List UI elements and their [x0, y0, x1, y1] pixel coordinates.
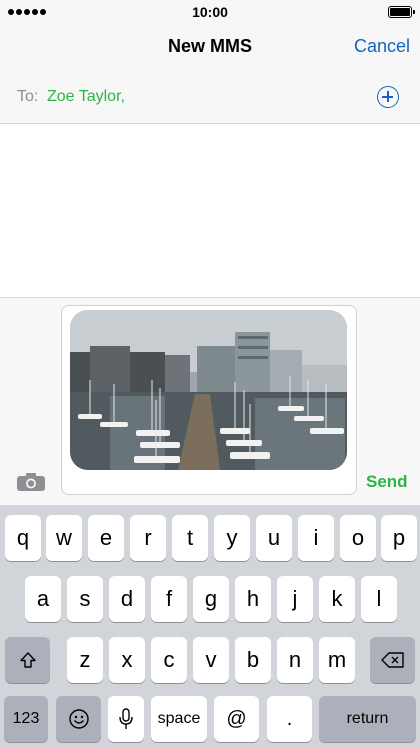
key-w[interactable]: w	[46, 515, 82, 561]
emoji-key[interactable]	[56, 696, 101, 742]
key-i[interactable]: i	[298, 515, 334, 561]
key-h[interactable]: h	[235, 576, 271, 622]
shift-key[interactable]	[5, 637, 50, 683]
shift-icon	[19, 652, 36, 668]
key-c[interactable]: c	[151, 637, 187, 683]
recipient-field[interactable]: To: Zoe Taylor,	[0, 72, 420, 124]
status-time: 10:00	[192, 4, 228, 20]
key-j[interactable]: j	[277, 576, 313, 622]
key-m[interactable]: m	[319, 637, 355, 683]
cancel-button[interactable]: Cancel	[354, 36, 410, 57]
status-bar: 10:00	[0, 0, 420, 24]
message-thread-area	[0, 124, 420, 297]
battery-icon	[388, 6, 415, 18]
key-s[interactable]: s	[67, 576, 103, 622]
key-d[interactable]: d	[109, 576, 145, 622]
space-key[interactable]: space	[151, 696, 207, 742]
return-key[interactable]: return	[319, 696, 416, 742]
key-f[interactable]: f	[151, 576, 187, 622]
key-u[interactable]: u	[256, 515, 292, 561]
navigation-bar: New MMS Cancel	[0, 24, 420, 73]
send-button[interactable]: Send	[366, 472, 408, 492]
key-o[interactable]: o	[340, 515, 376, 561]
key-q[interactable]: q	[5, 515, 41, 561]
to-label: To:	[17, 88, 39, 105]
key-l[interactable]: l	[361, 576, 397, 622]
key-r[interactable]: r	[130, 515, 166, 561]
marina-photo	[70, 310, 347, 470]
key-v[interactable]: v	[193, 637, 229, 683]
camera-icon[interactable]	[16, 472, 46, 492]
period-key[interactable]: .	[267, 696, 312, 742]
numbers-key[interactable]: 123	[4, 696, 48, 742]
key-n[interactable]: n	[277, 637, 313, 683]
key-b[interactable]: b	[235, 637, 271, 683]
microphone-key[interactable]	[108, 696, 144, 742]
key-p[interactable]: p	[381, 515, 417, 561]
image-attachment[interactable]	[70, 310, 347, 470]
emoji-icon	[68, 709, 89, 729]
key-z[interactable]: z	[67, 637, 103, 683]
key-t[interactable]: t	[172, 515, 208, 561]
key-k[interactable]: k	[319, 576, 355, 622]
key-g[interactable]: g	[193, 576, 229, 622]
recipient-name[interactable]: Zoe Taylor,	[47, 88, 125, 106]
add-contact-icon[interactable]	[377, 86, 399, 108]
key-e[interactable]: e	[88, 515, 124, 561]
delete-key[interactable]	[370, 637, 415, 683]
key-y[interactable]: y	[214, 515, 250, 561]
key-a[interactable]: a	[25, 576, 61, 622]
key-x[interactable]: x	[109, 637, 145, 683]
backspace-icon	[380, 652, 404, 668]
microphone-icon	[119, 708, 133, 729]
at-key[interactable]: @	[214, 696, 259, 742]
